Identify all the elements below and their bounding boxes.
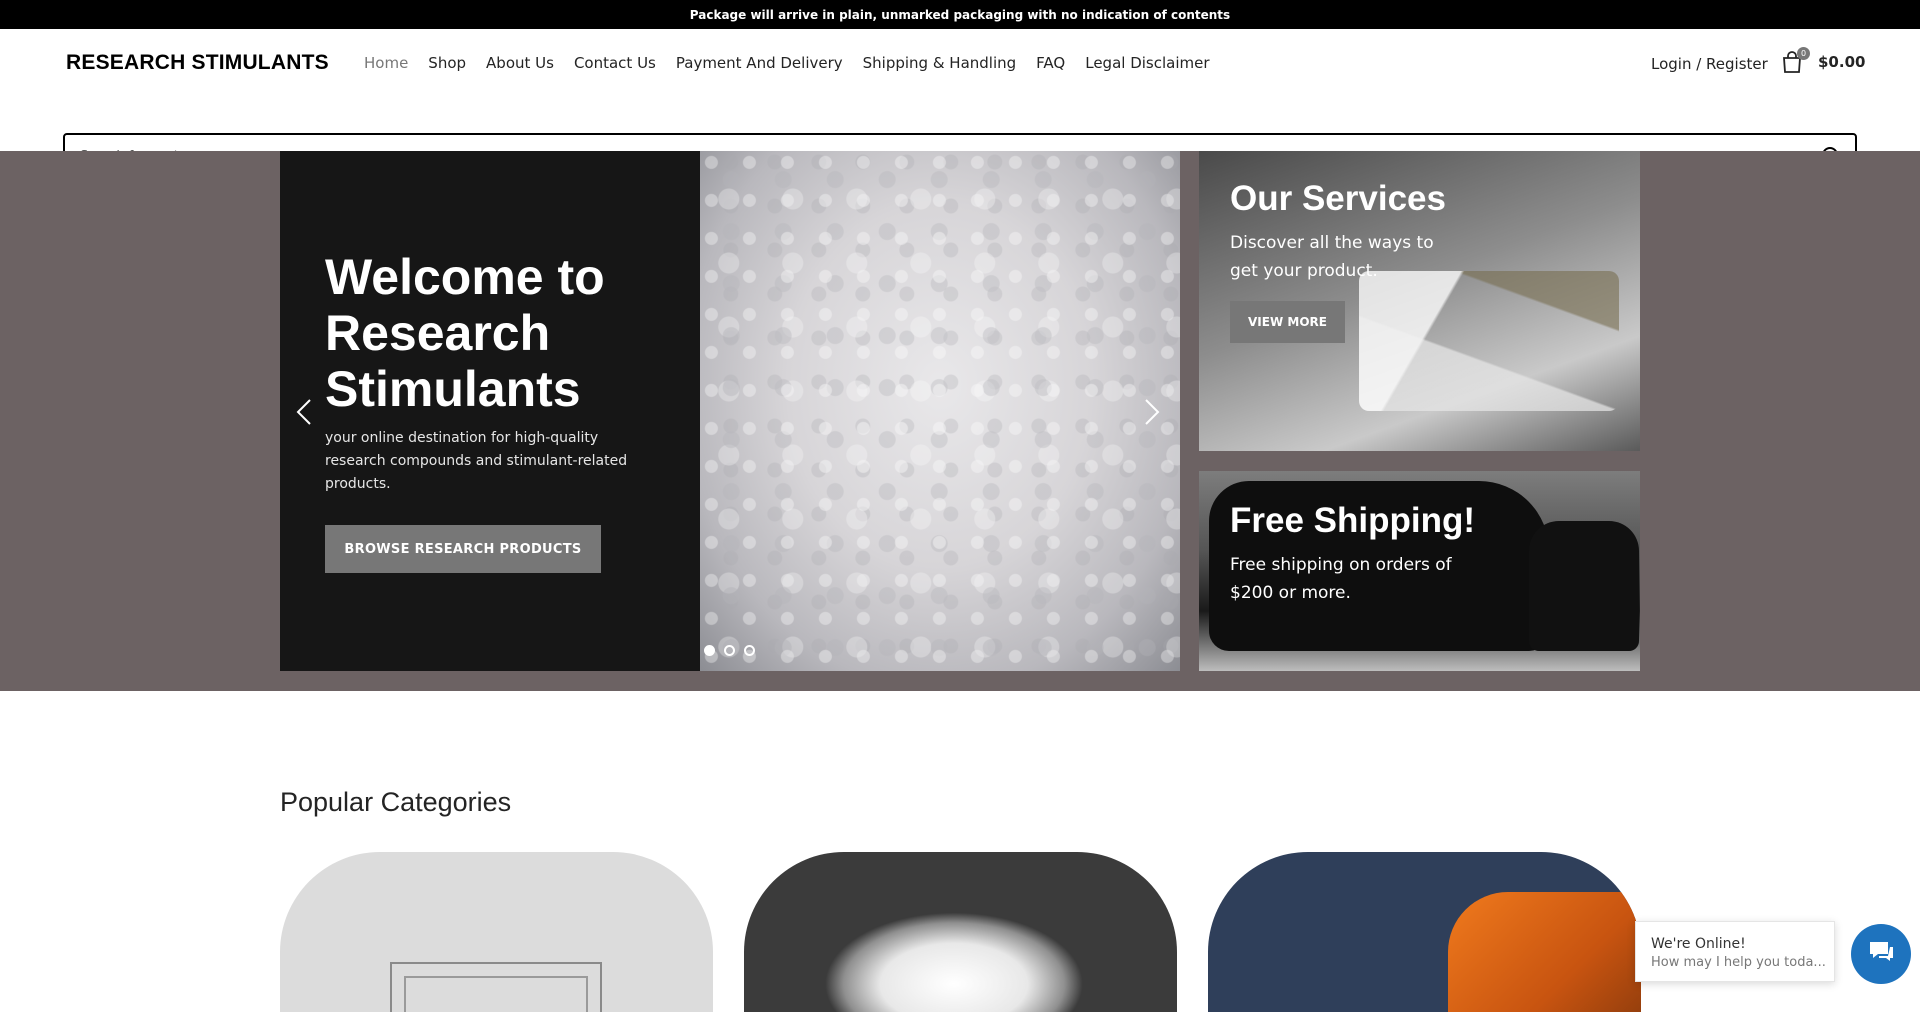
cart-count-badge: 0 <box>1797 47 1810 60</box>
slide-description: your online destination for high-quality… <box>325 430 628 492</box>
slider-dot-1[interactable] <box>704 645 715 656</box>
hero-slider: Welcome to Research Stimulants your onli… <box>280 151 1180 671</box>
category-image-bottle <box>1448 892 1641 1012</box>
view-more-button[interactable]: VIEW MORE <box>1230 301 1345 343</box>
shipping-title: Free Shipping! <box>1230 501 1475 540</box>
chat-icon <box>1866 938 1896 970</box>
slider-pagination <box>704 645 755 656</box>
slide-title: Welcome to Research Stimulants <box>325 249 605 417</box>
chat-greeting-bubble[interactable]: We're Online! How may I help you toda... <box>1635 921 1835 982</box>
popular-categories-heading: Popular Categories <box>280 787 512 817</box>
chat-launcher-button[interactable] <box>1851 924 1911 984</box>
site-header: RESEARCH STIMULANTS Home Shop About Us C… <box>0 29 1920 179</box>
nav-faq[interactable]: FAQ <box>1036 54 1065 72</box>
services-title: Our Services <box>1230 179 1446 218</box>
chevron-left-icon[interactable] <box>292 396 316 428</box>
hero-section: Welcome to Research Stimulants your onli… <box>0 151 1920 691</box>
services-text: Discover all the ways to get your produc… <box>1230 233 1434 281</box>
slider-dot-3[interactable] <box>744 645 755 656</box>
category-card-2[interactable] <box>744 852 1177 1012</box>
login-register-link[interactable]: Login / Register <box>1651 55 1768 73</box>
nav-shipping[interactable]: Shipping & Handling <box>863 54 1017 72</box>
nav-about[interactable]: About Us <box>486 54 554 72</box>
powder-texture <box>700 151 1180 671</box>
site-logo[interactable]: RESEARCH STIMULANTS <box>66 51 329 75</box>
nav-shop[interactable]: Shop <box>428 54 466 72</box>
chat-prompt: How may I help you toda... <box>1651 955 1826 970</box>
category-card-1[interactable] <box>280 852 713 1012</box>
category-card-3[interactable] <box>1208 852 1641 1012</box>
services-promo-banner[interactable]: Our Services Discover all the ways to ge… <box>1199 151 1640 451</box>
nav-contact[interactable]: Contact Us <box>574 54 656 72</box>
category-image-frame-inner <box>404 976 588 1012</box>
van-image-2 <box>1529 521 1639 651</box>
cart-button[interactable]: 0 $0.00 <box>1782 47 1866 73</box>
slide-text-panel: Welcome to Research Stimulants your onli… <box>280 151 700 671</box>
announcement-bar: Package will arrive in plain, unmarked p… <box>0 0 1920 29</box>
announcement-text: Package will arrive in plain, unmarked p… <box>689 7 1231 22</box>
shopping-bag-icon: 0 <box>1782 47 1810 73</box>
browse-products-button[interactable]: BROWSE RESEARCH PRODUCTS <box>325 525 601 573</box>
chat-status: We're Online! <box>1651 936 1746 952</box>
nav-home[interactable]: Home <box>364 54 408 72</box>
bags-image <box>1359 271 1619 411</box>
cart-total: $0.00 <box>1818 53 1866 71</box>
shipping-promo-banner[interactable]: Free Shipping! Free shipping on orders o… <box>1199 471 1640 671</box>
slide-image-powder <box>700 151 1180 671</box>
category-image-powder <box>824 912 1084 1012</box>
chevron-right-icon[interactable] <box>1140 396 1164 428</box>
slider-dot-2[interactable] <box>724 645 735 656</box>
nav-payment[interactable]: Payment And Delivery <box>676 54 843 72</box>
main-nav: Home Shop About Us Contact Us Payment An… <box>364 54 1230 72</box>
nav-legal[interactable]: Legal Disclaimer <box>1085 54 1209 72</box>
shipping-text: Free shipping on orders of $200 or more. <box>1230 555 1452 603</box>
